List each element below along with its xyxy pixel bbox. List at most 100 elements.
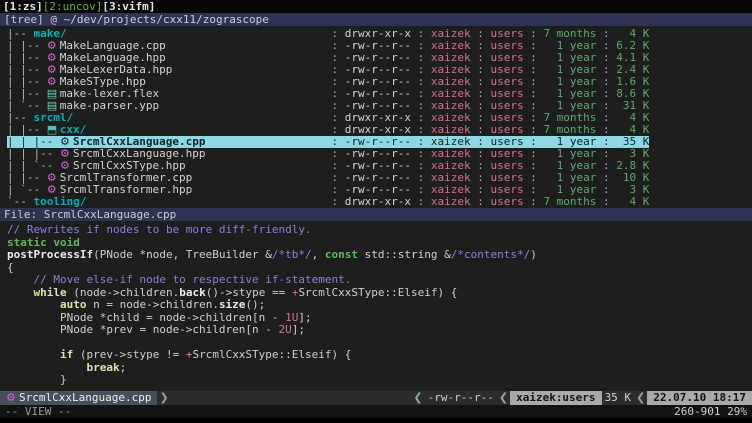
tmux-status-bar: [1:zs][2:uncov][3:vifm] (0, 0, 752, 13)
statusbar-size: 35 K (602, 391, 635, 405)
tree-branch-prefix: | | |-- (7, 136, 60, 148)
file-name: MakeSType.hpp (60, 76, 146, 88)
code-segment: 1U (285, 311, 298, 324)
code-segment: ]; (298, 311, 311, 324)
terminal-window: [1:zs][2:uncov][3:vifm] [tree] @ ~/dev/p… (0, 0, 752, 418)
statusbar-file-segment: ⚙SrcmlCxxLanguage.cpp (0, 391, 157, 405)
preview-header-label: File: (4, 208, 37, 221)
mode-indicator: -- VIEW -- (5, 405, 71, 418)
code-line: break; (7, 362, 752, 375)
file-name-cell: |-- srcml/ (7, 112, 325, 124)
file-name: MakeLexerData.hpp (60, 64, 173, 76)
tree-branch-prefix: | | `-- (7, 160, 60, 172)
code-segment: /*tb*/ (272, 248, 312, 261)
tree-branch-prefix: | |-- (7, 76, 47, 88)
file-name-cell: | |-- ⬒cxx/ (7, 124, 325, 136)
code-segment (7, 286, 34, 299)
folder-icon: ⬒ (47, 124, 60, 136)
command-line[interactable]: -- VIEW -- 260-901 29% (0, 405, 752, 418)
chevron-left-icon: ❮ (411, 391, 424, 405)
gear-icon: ⚙ (47, 172, 60, 184)
gear-icon: ⚙ (60, 148, 73, 160)
code-segment: ; (120, 361, 127, 374)
tree-branch-prefix: | |-- (7, 40, 47, 52)
doc-icon: ▤ (47, 88, 60, 100)
code-segment: std::string & (358, 248, 451, 261)
code-segment: (node->children. (67, 286, 180, 299)
tree-branch-prefix: `-- (7, 196, 34, 208)
file-date: 7 months (543, 196, 596, 208)
current-path: ~/dev/projects/cxx11/zograscope (64, 13, 269, 26)
code-segment: (PNode *node, TreeBuilder & (93, 248, 272, 261)
tree-branch-prefix: | |-- (7, 124, 47, 136)
code-line: // Rewrites if nodes to be more diff-fri… (7, 224, 752, 237)
code-segment: n = node->children. (86, 298, 218, 311)
chevron-left-icon: ❮ (497, 391, 510, 405)
code-segment: PNode *prev = node->children[n - (7, 323, 279, 336)
file-name-cell: | | |-- ⚙SrcmlCxxLanguage.hpp (7, 148, 325, 160)
tree-branch-prefix: | `-- (7, 100, 47, 112)
code-segment: ()->stype == (206, 286, 292, 299)
tree-branch-prefix: | |-- (7, 52, 47, 64)
view-mode-badge: [tree] (4, 13, 44, 26)
code-segment (7, 298, 60, 311)
code-segment: SrcmlCxxSType::Elseif) { (298, 286, 457, 299)
file-name: SrcmlCxxSType.hpp (73, 160, 186, 172)
tree-branch-prefix: |-- (7, 112, 34, 124)
file-name: make-lexer.flex (60, 88, 159, 100)
file-name: SrcmlTransformer.cpp (60, 172, 192, 184)
status-bar: ⚙SrcmlCxxLanguage.cpp❯ ❮-rw-r--r--❮xaize… (0, 391, 752, 405)
file-name: srcml/ (34, 112, 74, 124)
file-size: 4 K (616, 196, 649, 208)
code-segment: } (7, 373, 67, 386)
gear-icon: ⚙ (47, 64, 60, 76)
doc-icon: ▤ (47, 100, 60, 112)
file-name: MakeLanguage.hpp (60, 52, 166, 64)
code-segment: // Rewrites if nodes to be more diff-fri… (7, 223, 312, 236)
preview-header: File: SrcmlCxxLanguage.cpp (0, 208, 752, 221)
file-row-directory[interactable]: `-- tooling/ : drwxr-xr-x : xaizek : use… (7, 196, 649, 208)
statusbar-filename: SrcmlCxxLanguage.cpp (19, 391, 151, 404)
commandline-spacer (71, 405, 674, 418)
chevron-right-icon: ❯ (157, 391, 170, 405)
file-name-cell: | |-- ⚙MakeSType.hpp (7, 76, 325, 88)
gear-icon: ⚙ (60, 160, 73, 172)
file-name-cell: | |-- ⚙MakeLexerData.hpp (7, 64, 325, 76)
tree-branch-prefix: | |-- (7, 172, 47, 184)
tree-branch-prefix: |-- (7, 28, 34, 40)
code-segment: static (7, 236, 47, 249)
file-name: make/ (34, 28, 67, 40)
code-segment: PNode *child = node->children[n - (7, 311, 285, 324)
file-name: SrcmlCxxLanguage.cpp (73, 136, 205, 148)
tree-branch-prefix: | | |-- (7, 148, 60, 160)
tmux-window-2[interactable]: [2:uncov] (43, 0, 103, 13)
file-name-cell: | `-- ▤make-parser.ypp (7, 100, 325, 112)
code-segment: const (325, 248, 358, 261)
file-name: make-parser.ypp (60, 100, 159, 112)
column-separator: : (471, 195, 491, 208)
gear-icon: ⚙ (6, 391, 19, 405)
tmux-window-3[interactable]: [3:vifm] (102, 0, 155, 13)
file-list: |-- make/ : drwxr-xr-x : xaizek : users … (0, 26, 752, 208)
code-preview[interactable]: // Rewrites if nodes to be more diff-fri… (0, 221, 752, 391)
column-separator: : (325, 195, 345, 208)
statusbar-spacer (171, 391, 412, 405)
tree-branch-prefix: | `-- (7, 184, 47, 196)
code-line: PNode *prev = node->children[n - 2U]; (7, 324, 752, 337)
code-segment (7, 361, 86, 374)
code-segment (7, 348, 60, 361)
tmux-window-1[interactable]: [1:zs] (3, 0, 43, 13)
code-segment: auto (60, 298, 87, 311)
code-segment: if (60, 348, 73, 361)
statusbar-perms: -rw-r--r-- (425, 391, 497, 405)
gear-icon: ⚙ (47, 76, 60, 88)
code-segment: // Move else-if node to respective if-st… (7, 273, 351, 286)
code-segment: /*contents*/ (451, 248, 530, 261)
file-owner: xaizek (431, 196, 471, 208)
code-segment: 2U (279, 323, 292, 336)
file-group: users (490, 196, 523, 208)
file-name-cell: | `-- ⚙SrcmlTransformer.hpp (7, 184, 325, 196)
file-name: MakeLanguage.cpp (60, 40, 166, 52)
gear-icon: ⚙ (47, 52, 60, 64)
file-name: cxx/ (60, 124, 87, 136)
